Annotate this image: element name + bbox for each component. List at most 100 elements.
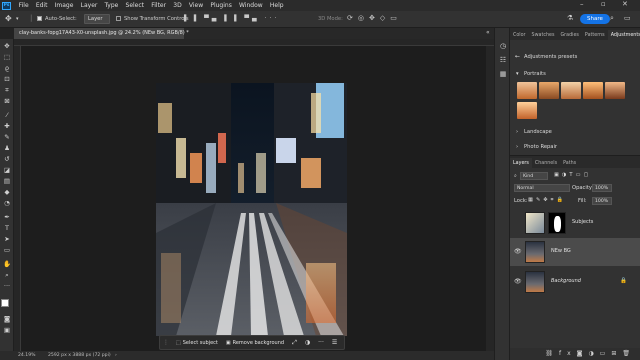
dodge-tool-icon[interactable]: ◔	[2, 199, 12, 207]
menu-help[interactable]: Help	[266, 2, 287, 9]
clone-stamp-icon[interactable]: ♟	[2, 144, 12, 152]
menu-edit[interactable]: Edit	[32, 2, 51, 9]
tab-color[interactable]: Color	[510, 33, 529, 40]
auto-select-dropdown[interactable]: Layer	[84, 14, 110, 24]
layer-row[interactable]: 👁 Background 🔒	[510, 268, 640, 296]
preset-thumbnail[interactable]	[561, 82, 581, 99]
gradient-tool-icon[interactable]: ▤	[2, 177, 12, 185]
frame-tool-icon[interactable]: ⊠	[2, 97, 12, 105]
quick-mask-icon[interactable]: ◙	[2, 315, 12, 323]
move-tool-icon[interactable]: ✥	[5, 14, 12, 23]
screen-mode-icon[interactable]: ▣	[2, 326, 12, 334]
filter-kind-dropdown[interactable]: Kind	[520, 172, 548, 180]
canvas-image[interactable]	[156, 83, 347, 336]
pen-tool-icon[interactable]: ✒	[2, 213, 12, 221]
zoom-level[interactable]: 24.19%	[18, 351, 36, 360]
chevron-right-icon[interactable]: ›	[516, 129, 518, 135]
layer-row[interactable]: Subjects	[510, 209, 640, 237]
marquee-tool-icon[interactable]: ⬚	[2, 53, 12, 61]
section-portraits[interactable]: Portraits	[524, 71, 546, 77]
preset-thumbnail[interactable]	[517, 102, 537, 119]
back-arrow-icon[interactable]: ←	[515, 53, 520, 60]
move-tool-icon[interactable]: ✥	[2, 42, 12, 50]
align-icons[interactable]: ▌▐ ▀▄ ▌▐ ▀▄ ···	[184, 15, 279, 22]
healing-brush-icon[interactable]: ✚	[2, 122, 12, 130]
more-tools-icon[interactable]: ···	[2, 282, 12, 290]
preset-thumbnail[interactable]	[605, 82, 625, 99]
blur-tool-icon[interactable]: ◆	[2, 188, 12, 196]
tab-channels[interactable]: Channels	[532, 161, 560, 168]
chevron-right-icon[interactable]: ›	[516, 144, 518, 150]
opacity-field[interactable]: 100%	[592, 184, 612, 192]
layer-row-selected[interactable]: 👁 NEw BG	[510, 238, 640, 266]
tab-layers[interactable]: Layers	[510, 158, 532, 168]
menu-plugins[interactable]: Plugins	[207, 2, 236, 9]
tab-swatches[interactable]: Swatches	[529, 33, 558, 40]
eye-icon[interactable]: 👁	[514, 248, 522, 255]
share-button[interactable]: Share	[580, 14, 610, 24]
search-flask-icon[interactable]: ⚗	[567, 14, 573, 22]
tab-patterns[interactable]: Patterns	[582, 33, 608, 40]
collapse-panels-icon[interactable]: «	[486, 29, 490, 36]
chevron-right-icon[interactable]: ›	[115, 351, 117, 360]
minimize-icon[interactable]: –	[580, 0, 584, 8]
type-tool-icon[interactable]: T	[2, 224, 12, 232]
close-icon[interactable]: ✕	[622, 0, 628, 8]
layers-footer-icons[interactable]: ⛓fx◙◑▭⊞🗑	[510, 348, 640, 360]
auto-select-checkbox[interactable]	[37, 16, 42, 21]
libraries-icon[interactable]: ▦	[498, 70, 508, 79]
hand-tool-icon[interactable]: ✋	[2, 260, 12, 268]
menu-file[interactable]: File	[15, 2, 32, 9]
document-info[interactable]: 2592 px x 3888 px (72 ppi)	[48, 351, 111, 360]
transform-icon[interactable]: ⤢	[288, 339, 301, 347]
section-landscape[interactable]: Landscape	[524, 129, 552, 135]
chevron-down-icon[interactable]: ▾	[16, 16, 19, 22]
menu-select[interactable]: Select	[122, 2, 148, 9]
menu-view[interactable]: View	[185, 2, 206, 9]
lock-icons[interactable]: ▦✎✥⌗🔒	[528, 197, 566, 204]
tab-gradients[interactable]: Gradies	[557, 33, 581, 40]
path-select-icon[interactable]: ➤	[2, 235, 12, 243]
eraser-tool-icon[interactable]: ◪	[2, 166, 12, 174]
tab-paths[interactable]: Paths	[560, 161, 579, 168]
eye-icon[interactable]: 👁	[514, 278, 522, 285]
preset-thumbnail[interactable]	[539, 82, 559, 99]
more-options-icon[interactable]: ···	[314, 339, 328, 346]
eyedropper-tool-icon[interactable]: ⁄	[2, 111, 12, 119]
menu-window[interactable]: Window	[235, 2, 266, 9]
remove-background-button[interactable]: ▣ Remove background	[222, 340, 288, 346]
preset-thumbnail[interactable]	[517, 82, 537, 99]
select-subject-button[interactable]: ⬚ Select subject	[172, 340, 222, 346]
show-transform-checkbox[interactable]	[116, 16, 121, 21]
menu-filter[interactable]: Filter	[148, 2, 170, 9]
rectangle-tool-icon[interactable]: ▭	[2, 246, 12, 254]
zoom-tool-icon[interactable]: ⌕	[2, 271, 12, 279]
adjust-icon[interactable]: ◑	[301, 339, 314, 346]
blend-mode-dropdown[interactable]: Normal	[514, 184, 570, 192]
document-tab[interactable]: clay-banks-fopg17A43-X0-unsplash.jpg @ 2…	[14, 28, 189, 39]
menu-type[interactable]: Type	[101, 2, 122, 9]
fill-field[interactable]: 100%	[592, 197, 612, 205]
photoshop-logo[interactable]: Ps	[2, 1, 11, 10]
section-photo-repair[interactable]: Photo Repair	[524, 144, 557, 150]
chevron-down-icon[interactable]: ▾	[516, 71, 519, 77]
menu-3d[interactable]: 3D	[170, 2, 186, 9]
foreground-color-swatch[interactable]	[1, 299, 9, 307]
history-icon[interactable]: ◷	[498, 42, 508, 51]
menu-layer[interactable]: Layer	[77, 2, 101, 9]
menu-image[interactable]: Image	[51, 2, 77, 9]
maximize-icon[interactable]: ▫	[601, 0, 606, 8]
preset-thumbnail[interactable]	[583, 82, 603, 99]
grip-icon[interactable]: ⋮	[160, 339, 172, 346]
history-brush-icon[interactable]: ↺	[2, 155, 12, 163]
crop-tool-icon[interactable]: ⌗	[2, 86, 12, 94]
brush-tool-icon[interactable]: ✎	[2, 133, 12, 141]
tab-adjustments[interactable]: Adjustments	[607, 30, 640, 40]
lasso-tool-icon[interactable]: ϱ	[2, 64, 12, 72]
object-select-tool-icon[interactable]: ⊡	[2, 75, 12, 83]
pin-icon[interactable]: ☰	[328, 339, 341, 346]
search-icon[interactable]: ⌕	[610, 14, 614, 23]
vertical-scrollbar[interactable]	[486, 46, 494, 351]
3d-mode-icons[interactable]: ⟳◎✥◇▭	[347, 14, 402, 22]
layer-filter-icons[interactable]: ▣◑T▭▢	[554, 172, 591, 178]
